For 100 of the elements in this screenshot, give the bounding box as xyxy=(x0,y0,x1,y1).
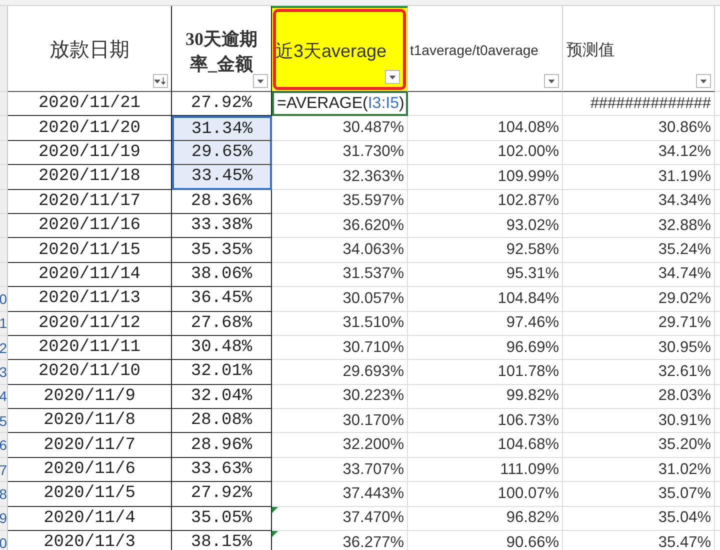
table-cell: 33.38% xyxy=(172,214,272,238)
header-cell[interactable]: 放款日期 xyxy=(8,6,172,92)
table-cell: 30.057% xyxy=(272,287,408,312)
row-number: 0 xyxy=(0,536,7,550)
filter-button[interactable] xyxy=(153,74,168,88)
table-cell: 2020/11/15 xyxy=(8,238,172,263)
table-cell: 36.277% xyxy=(272,531,408,550)
row-number: 1 xyxy=(0,316,7,330)
row-header[interactable] xyxy=(0,165,8,190)
row-header[interactable]: 9 xyxy=(0,506,8,532)
filter-button[interactable] xyxy=(544,74,559,88)
row-header[interactable]: 0 xyxy=(0,287,8,312)
formula-cell[interactable]: =AVERAGE(I3:I5) xyxy=(272,92,408,116)
header-cell[interactable]: 近3天average xyxy=(272,6,408,92)
table-cell: 96.82% xyxy=(408,506,563,532)
row-header[interactable]: 3 xyxy=(0,360,8,385)
table-cell: 100.07% xyxy=(408,482,563,507)
table-cell: 35.07% xyxy=(563,482,715,507)
table-cell: 102.00% xyxy=(408,140,563,166)
table-cell: 30.91% xyxy=(563,409,715,434)
table-cell: 32.61% xyxy=(563,360,715,385)
row-number: 7 xyxy=(0,462,7,477)
row-header[interactable] xyxy=(0,6,8,92)
header-cell[interactable]: 预测值 xyxy=(563,6,715,92)
column-header: 放款日期 xyxy=(50,38,130,63)
row-header[interactable] xyxy=(0,238,8,263)
table-cell: 28.96% xyxy=(172,433,272,458)
table-cell: 38.15% xyxy=(172,531,272,550)
table-cell: 35.35% xyxy=(172,238,272,263)
row-number: 6 xyxy=(0,438,7,452)
row-header[interactable] xyxy=(0,214,8,238)
table-cell: 31.730% xyxy=(272,140,408,166)
table-cell: 102.87% xyxy=(408,190,563,214)
table-cell: 106.73% xyxy=(408,409,563,434)
row-header[interactable]: 6 xyxy=(0,433,8,458)
filter-button[interactable] xyxy=(253,74,268,88)
table-cell: 104.08% xyxy=(408,116,563,141)
table-cell: 2020/11/3 xyxy=(8,531,172,550)
filter-button[interactable] xyxy=(696,74,711,88)
table-cell: 33.707% xyxy=(272,458,408,482)
row-header[interactable]: 2 xyxy=(0,336,8,360)
header-cell[interactable]: t1average/t0average xyxy=(408,6,563,92)
column-header: 近3天average xyxy=(276,40,388,64)
table-cell: 31.02% xyxy=(563,458,715,482)
table-cell: 101.78% xyxy=(408,360,563,385)
row-header[interactable]: 7 xyxy=(0,458,8,482)
table-cell: 35.47% xyxy=(563,531,715,550)
table-cell: 33.63% xyxy=(172,458,272,482)
table-cell: 37.443% xyxy=(272,482,408,507)
table-cell: 32.200% xyxy=(272,433,408,458)
table-cell: 30.48% xyxy=(172,336,272,360)
row-header[interactable]: 8 xyxy=(0,482,8,507)
table-cell: 2020/11/14 xyxy=(8,262,172,288)
table-cell: 2020/11/11 xyxy=(8,336,172,360)
table-cell: 2020/11/4 xyxy=(8,506,172,532)
table-cell: 31.510% xyxy=(272,312,408,336)
row-header[interactable]: 5 xyxy=(0,409,8,434)
table-cell: 31.537% xyxy=(272,262,408,288)
table-cell: 28.03% xyxy=(563,384,715,410)
table-cell: 28.08% xyxy=(172,409,272,434)
column-header: t1average/t0average xyxy=(410,41,540,60)
table-cell: 36.620% xyxy=(272,214,408,238)
table-cell: 35.597% xyxy=(272,190,408,214)
table-cell: 2020/11/9 xyxy=(8,384,172,410)
row-number: 5 xyxy=(0,414,7,428)
table-cell: 30.86% xyxy=(563,116,715,141)
table-cell: 2020/11/12 xyxy=(8,312,172,336)
table-cell: 97.46% xyxy=(408,312,563,336)
table-cell: 31.34% xyxy=(172,116,272,141)
table-cell: 2020/11/5 xyxy=(8,482,172,507)
table-cell: 30.223% xyxy=(272,384,408,410)
column-header: 预测值 xyxy=(566,40,616,61)
table-cell: 90.66% xyxy=(408,531,563,550)
filter-button[interactable] xyxy=(385,70,400,84)
table-cell: 35.24% xyxy=(563,238,715,263)
table-cell: 29.693% xyxy=(272,360,408,385)
table-cell: 96.69% xyxy=(408,336,563,360)
row-header[interactable] xyxy=(0,262,8,288)
table-cell: 31.19% xyxy=(563,165,715,190)
column-header: 30天逾期率_金额 xyxy=(184,28,258,76)
row-header[interactable] xyxy=(0,92,8,116)
table-cell: 33.45% xyxy=(172,165,272,190)
row-number: 0 xyxy=(0,292,7,306)
table-cell: 29.65% xyxy=(172,140,272,166)
row-header[interactable] xyxy=(0,140,8,166)
row-header[interactable] xyxy=(0,116,8,141)
table-cell: 32.88% xyxy=(563,214,715,238)
table-cell: 35.05% xyxy=(172,506,272,532)
table-cell: 30.170% xyxy=(272,409,408,434)
table-cell: 34.34% xyxy=(563,190,715,214)
row-header[interactable]: 0 xyxy=(0,531,8,550)
table-cell: 32.04% xyxy=(172,384,272,410)
table-cell: 2020/11/13 xyxy=(8,287,172,312)
row-header[interactable]: 1 xyxy=(0,312,8,336)
table-cell: 92.58% xyxy=(408,238,563,263)
row-header[interactable] xyxy=(0,190,8,214)
table-cell: 30.710% xyxy=(272,336,408,360)
table-cell: 28.36% xyxy=(172,190,272,214)
table-cell: 34.063% xyxy=(272,238,408,263)
row-number: 9 xyxy=(0,511,7,526)
